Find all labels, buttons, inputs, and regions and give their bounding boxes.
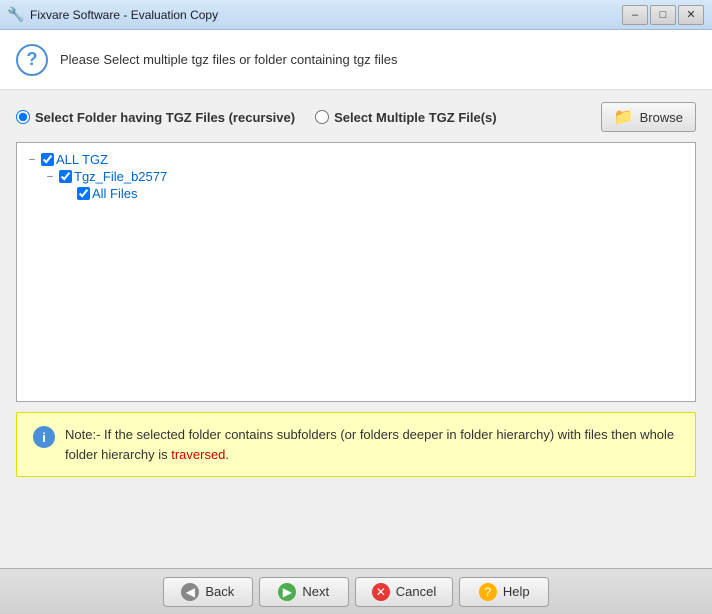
tree-row-grandchild1[interactable]: All Files: [61, 185, 687, 202]
close-button[interactable]: ✕: [678, 5, 704, 25]
checkbox-grandchild1[interactable]: [77, 187, 90, 200]
tree-label-grandchild1[interactable]: All Files: [92, 186, 138, 201]
expander-grandchild1: [61, 187, 75, 201]
help-label: Help: [503, 584, 530, 599]
header-message: Please Select multiple tgz files or fold…: [60, 52, 397, 67]
note-icon: i: [33, 426, 55, 448]
help-icon: ?: [479, 583, 497, 601]
tree-row-root[interactable]: – ALL TGZ: [25, 151, 687, 168]
expander-root[interactable]: –: [25, 153, 39, 167]
note-text-after: .: [225, 447, 229, 462]
checkbox-child1[interactable]: [59, 170, 72, 183]
tree-node-child1: – Tgz_File_b2577 All Files: [43, 168, 687, 202]
tree-node-root: – ALL TGZ – Tgz_File_b2577: [25, 151, 687, 202]
back-label: Back: [205, 584, 234, 599]
content-area: Select Folder having TGZ Files (recursiv…: [0, 90, 712, 568]
radio-files-input[interactable]: [315, 110, 329, 124]
note-text-before: Note:- If the selected folder contains s…: [65, 427, 674, 462]
note-text: Note:- If the selected folder contains s…: [65, 425, 679, 464]
footer: ◀ Back ▶ Next ✕ Cancel ? Help: [0, 568, 712, 614]
back-button[interactable]: ◀ Back: [163, 577, 253, 607]
cancel-button[interactable]: ✕ Cancel: [355, 577, 453, 607]
back-icon: ◀: [181, 583, 199, 601]
expander-child1[interactable]: –: [43, 170, 57, 184]
radio-folder-label: Select Folder having TGZ Files (recursiv…: [35, 110, 295, 125]
next-label: Next: [302, 584, 329, 599]
options-row: Select Folder having TGZ Files (recursiv…: [16, 102, 696, 132]
next-button[interactable]: ▶ Next: [259, 577, 349, 607]
radio-folder[interactable]: Select Folder having TGZ Files (recursiv…: [16, 110, 295, 125]
checkbox-root[interactable]: [41, 153, 54, 166]
tree-children-child1: All Files: [43, 185, 687, 202]
note-highlight: traversed: [171, 447, 225, 462]
header-section: ? Please Select multiple tgz files or fo…: [0, 30, 712, 90]
maximize-button[interactable]: □: [650, 5, 676, 25]
browse-icon: 📁: [614, 107, 634, 127]
window-controls: – □ ✕: [622, 5, 704, 25]
help-button[interactable]: ? Help: [459, 577, 549, 607]
tree-label-child1[interactable]: Tgz_File_b2577: [74, 169, 167, 184]
titlebar: 🔧 Fixvare Software - Evaluation Copy – □…: [0, 0, 712, 30]
tree-view[interactable]: – ALL TGZ – Tgz_File_b2577: [16, 142, 696, 402]
app-icon: 🔧: [8, 7, 24, 23]
note-box: i Note:- If the selected folder contains…: [16, 412, 696, 477]
radio-files-label: Select Multiple TGZ File(s): [334, 110, 497, 125]
tree-row-child1[interactable]: – Tgz_File_b2577: [43, 168, 687, 185]
main-window: ? Please Select multiple tgz files or fo…: [0, 30, 712, 614]
browse-label: Browse: [640, 110, 683, 125]
next-icon: ▶: [278, 583, 296, 601]
window-title: Fixvare Software - Evaluation Copy: [30, 8, 622, 22]
info-icon: ?: [16, 44, 48, 76]
minimize-button[interactable]: –: [622, 5, 648, 25]
tree-label-root[interactable]: ALL TGZ: [56, 152, 108, 167]
radio-folder-input[interactable]: [16, 110, 30, 124]
radio-group: Select Folder having TGZ Files (recursiv…: [16, 110, 601, 125]
tree-children-root: – Tgz_File_b2577 All Files: [25, 168, 687, 202]
cancel-icon: ✕: [372, 583, 390, 601]
browse-button[interactable]: 📁 Browse: [601, 102, 696, 132]
radio-files[interactable]: Select Multiple TGZ File(s): [315, 110, 497, 125]
cancel-label: Cancel: [396, 584, 436, 599]
